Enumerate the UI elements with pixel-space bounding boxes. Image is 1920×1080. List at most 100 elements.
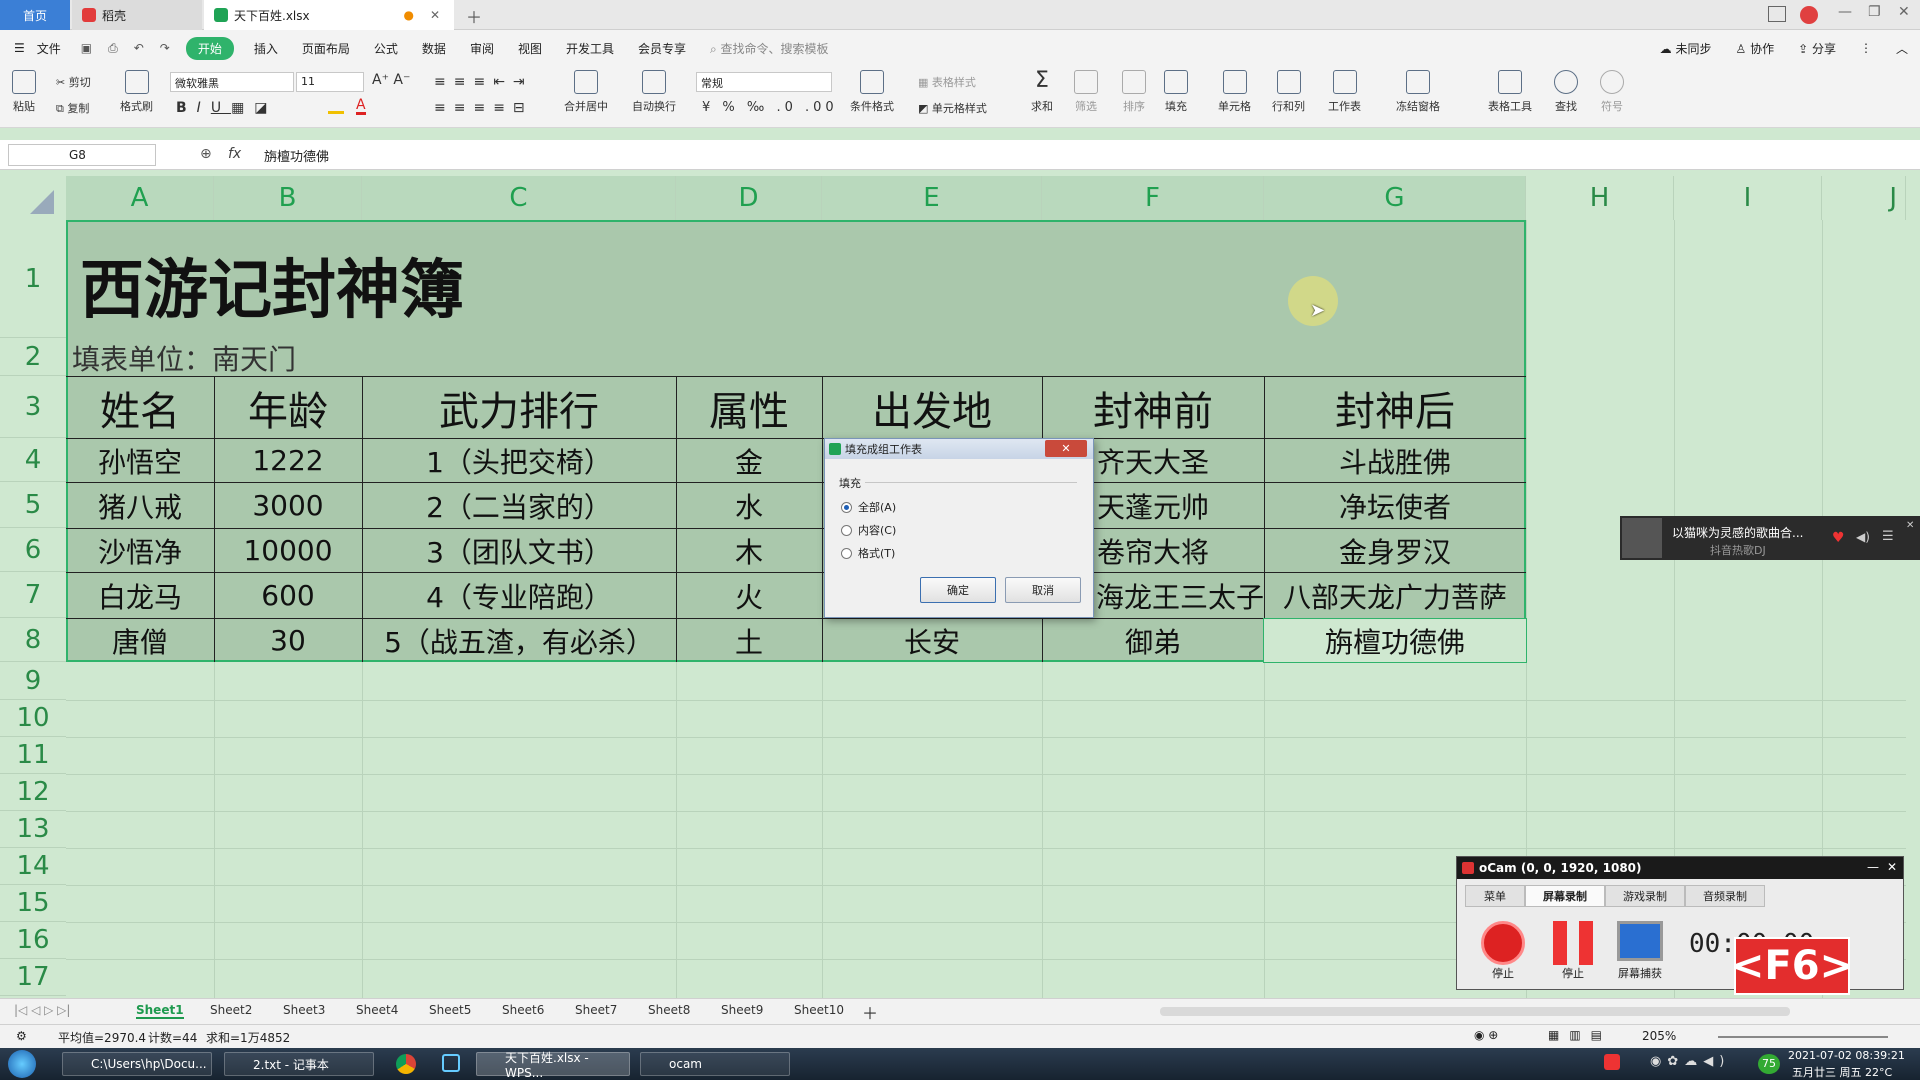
find-button[interactable]: 查找 [1554,70,1578,114]
row-header-2[interactable]: 2 [0,338,66,376]
table-cell[interactable]: 5（战五渣，有必杀） [362,619,676,662]
col-header-d[interactable]: D [676,176,822,220]
cell-style-button[interactable]: ◩ 单元格样式 [918,100,987,116]
menu-review[interactable]: 审阅 [458,40,506,57]
print-icon[interactable]: ⎙ [100,41,126,56]
ocam-stop-button[interactable]: 停止 [1481,921,1525,981]
menu-data[interactable]: 数据 [410,40,458,57]
music-popup[interactable]: 以猫咪为灵感的歌曲合... 抖音热歌DJ ♥ ◀) ☰ ✕ [1620,516,1920,560]
close-icon[interactable]: ✕ [1887,860,1897,874]
col-header-j[interactable]: J [1822,176,1906,220]
table-cell[interactable]: 土 [676,619,822,662]
font-color-icon[interactable]: A [356,98,366,115]
table-cell[interactable]: 猪八戒 [66,483,214,528]
sync-status[interactable]: ☁ 未同步 [1648,40,1724,57]
table-cell[interactable]: 斗战胜佛 [1264,439,1526,482]
tray-badge[interactable]: 75 [1758,1054,1780,1074]
ocam-tab-audio[interactable]: 音频录制 [1685,885,1765,907]
header-origin[interactable]: 出发地 [822,378,1042,438]
tab-file[interactable]: 天下百姓.xlsx ● ✕ [204,0,454,30]
menu-page-layout[interactable]: 页面布局 [290,40,362,57]
menu-start[interactable]: 开始 [185,36,234,60]
eye-protect-icon[interactable]: ◉ ⊕ [1474,1028,1498,1042]
header-after[interactable]: 封神后 [1264,378,1526,438]
macro-icon[interactable]: ⚙ [16,1029,27,1043]
row-header-6[interactable]: 6 [0,528,66,572]
menu-file[interactable]: 文件 [25,40,73,57]
sheet-tab-1[interactable]: Sheet1 [136,1003,184,1019]
tray-icons[interactable]: ◉✿☁◀) [1650,1054,1730,1069]
paste-button[interactable]: 粘贴 [12,70,36,114]
menu-member[interactable]: 会员专享 [626,40,698,57]
col-header-b[interactable]: B [214,176,362,220]
restore-icon[interactable]: ❐ [1868,4,1881,20]
cut-button[interactable]: ✂ 剪切 [56,74,91,90]
row-header-17[interactable]: 17 [0,959,66,996]
view-mode-icons[interactable]: ▦▥▤ [1548,1028,1612,1042]
collab-button[interactable]: ♙ 协作 [1724,40,1787,57]
plus-icon[interactable]: ＋ [466,4,482,28]
volume-icon[interactable]: ◀) [1856,530,1870,544]
row-header-1[interactable]: 1 [0,220,66,338]
cancel-button[interactable]: 取消 [1005,577,1081,603]
sheet-nav-icon[interactable]: |◁ ◁ ▷ ▷| [14,1003,70,1017]
align-top-buttons[interactable]: ≡≡≡⇤⇥ [434,74,533,90]
fill-color-icon[interactable] [328,98,344,114]
save-icon[interactable]: ▣ [73,41,100,55]
font-name-select[interactable]: 微软雅黑 [170,72,294,92]
fx-icon[interactable]: fx [228,146,241,162]
app-icon[interactable] [442,1054,460,1072]
minimize-icon[interactable]: — [1867,860,1879,874]
row-header-9[interactable]: 9 [0,662,66,700]
row-header-16[interactable]: 16 [0,922,66,959]
taskbar-ocam[interactable]: ocam [640,1052,790,1076]
collapse-icon[interactable]: ︿ [1884,40,1920,57]
rowcol-button[interactable]: 行和列 [1272,70,1305,114]
ocam-tab-screen[interactable]: 屏幕录制 [1525,885,1605,907]
start-button[interactable] [8,1050,36,1078]
close-icon[interactable]: ✕ [1906,520,1914,531]
sheet-tab-8[interactable]: Sheet8 [648,1003,690,1017]
sheet-tab-4[interactable]: Sheet4 [356,1003,398,1017]
playlist-icon[interactable]: ☰ [1882,529,1894,544]
ok-button[interactable]: 确定 [920,577,996,603]
sheet-tab-5[interactable]: Sheet5 [429,1003,471,1017]
row-header-13[interactable]: 13 [0,811,66,848]
sheet-tab-9[interactable]: Sheet9 [721,1003,763,1017]
redo-icon[interactable]: ↷ [152,41,178,55]
radio-all[interactable]: 全部(A) [841,499,896,515]
format-painter-button[interactable]: 格式刷 [120,70,153,114]
font-size-select[interactable]: 11 [296,72,364,92]
clock-time[interactable]: 2021-07-02 08:39:21 [1788,1049,1905,1062]
table-cell[interactable]: 金 [676,439,822,482]
zoom-formula-icon[interactable]: ⊕ [200,146,212,162]
chrome-icon[interactable] [396,1054,416,1074]
table-cell[interactable]: 唐僧 [66,619,214,662]
row-header-8[interactable]: 8 [0,618,66,662]
row-header-5[interactable]: 5 [0,482,66,528]
horizontal-scrollbar[interactable] [1160,1007,1790,1016]
formula-input[interactable]: 旃檀功德佛 [264,146,329,165]
menu-formula[interactable]: 公式 [362,40,410,57]
table-cell[interactable]: 火 [676,573,822,618]
col-header-a[interactable]: A [66,176,214,220]
sheet-title[interactable]: 西游记封神簿 [80,230,464,340]
sheet-tab-6[interactable]: Sheet6 [502,1003,544,1017]
table-cell[interactable]: 3000 [214,483,362,528]
ocam-tab-menu[interactable]: 菜单 [1465,885,1525,907]
add-sheet-icon[interactable]: ＋ [862,1000,878,1024]
radio-format[interactable]: 格式(T) [841,545,895,561]
table-cell[interactable]: 1（头把交椅） [362,439,676,482]
undo-icon[interactable]: ↶ [126,41,152,55]
heart-icon[interactable]: ♥ [1832,530,1845,546]
col-header-g[interactable]: G [1264,176,1526,220]
table-cell[interactable]: 孙悟空 [66,439,214,482]
sheet-tab-10[interactable]: Sheet10 [794,1003,844,1017]
zoom-slider[interactable] [1718,1036,1888,1038]
filter-button[interactable]: 筛选 [1074,70,1098,114]
row-header-11[interactable]: 11 [0,737,66,774]
table-cell[interactable]: 10000 [214,529,362,572]
sheet-tab-2[interactable]: Sheet2 [210,1003,252,1017]
header-rank[interactable]: 武力排行 [362,378,676,438]
header-age[interactable]: 年龄 [214,378,362,438]
